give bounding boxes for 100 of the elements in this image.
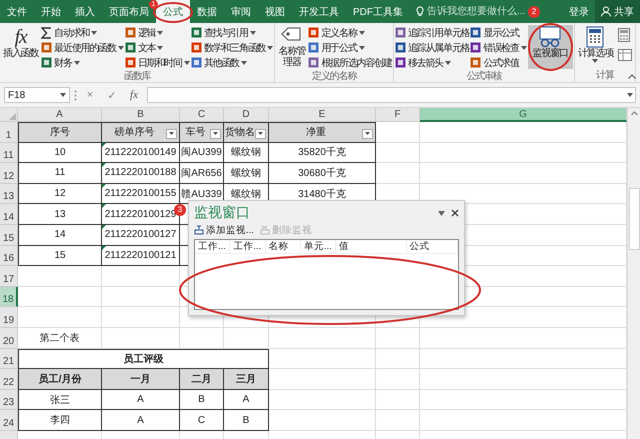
ribbon-button[interactable]: 移去箭头 (394, 55, 470, 70)
square-icon (308, 57, 320, 68)
row-header[interactable]: 17 (0, 266, 18, 287)
formula-input[interactable] (147, 87, 636, 103)
row-header[interactable]: 13 (0, 184, 18, 204)
column-header[interactable]: A (18, 108, 102, 122)
grid-cell (224, 328, 269, 349)
ribbon-button[interactable]: 日期和时间 (124, 55, 190, 70)
ribbon-tab[interactable]: 插入 (68, 0, 102, 23)
ribbon-button[interactable]: 追踪从属单元格 (394, 40, 470, 55)
row-header[interactable]: 18 (0, 286, 18, 308)
caret-icon (358, 30, 365, 34)
row-header[interactable]: 23 (0, 390, 18, 410)
close-icon[interactable] (451, 209, 459, 217)
ribbon-button[interactable]: 公式求值 (470, 55, 527, 70)
lightbulb-icon (416, 6, 424, 17)
filter-button[interactable] (362, 128, 373, 139)
ribbon-button[interactable]: 数学和三角函数 (190, 40, 274, 55)
ribbon-button[interactable]: 财务 (41, 55, 124, 70)
cell-text: 35820千克 (298, 146, 346, 160)
ribbon-tab[interactable]: 文件 (0, 0, 34, 23)
filter-button[interactable] (210, 128, 221, 139)
column-header[interactable]: D (224, 108, 269, 122)
square-icon (124, 57, 136, 68)
square-icon (124, 42, 136, 53)
ribbon-button[interactable]: 用于公式 (308, 40, 392, 55)
ribbon-button[interactable]: 追踪引用单元格 (394, 25, 470, 40)
column-heading[interactable]: 工作... (195, 240, 230, 253)
tell-me-field[interactable]: 告诉我您想要做什么... (427, 6, 525, 17)
collapse-ribbon-icon[interactable] (628, 74, 636, 79)
person-icon (601, 6, 611, 17)
scrollbar-thumb[interactable] (628, 188, 640, 250)
sign-in-link[interactable]: 登录 (563, 0, 595, 23)
row-header[interactable]: 16 (0, 246, 18, 266)
cell-text: 李四 (50, 414, 70, 428)
square-icon (190, 42, 202, 53)
ribbon-tab[interactable]: 数据 (190, 0, 224, 23)
insert-function-button[interactable]: fx (125, 87, 143, 103)
cell-text: 10 (54, 146, 66, 158)
row-header[interactable]: 19 (0, 307, 18, 328)
ribbon-button[interactable]: 根据所选内容创建 (308, 55, 392, 70)
caret-icon[interactable] (438, 210, 445, 216)
ribbon-tab[interactable]: 视图 (258, 0, 292, 23)
row-header[interactable]: 14 (0, 204, 18, 225)
ribbon-button[interactable]: 查找与引用 (190, 25, 274, 40)
ribbon-button[interactable]: 定义名称 (308, 25, 392, 40)
filter-button[interactable] (255, 128, 266, 139)
ribbon-button[interactable]: 显示公式 (470, 25, 527, 40)
grid-cell (376, 142, 420, 164)
row-header[interactable]: 15 (0, 224, 18, 246)
share-button[interactable]: 共享 (595, 0, 640, 23)
ribbon-button[interactable]: 自动求和 (41, 25, 124, 40)
name-box[interactable]: F18 (4, 87, 70, 103)
ribbon-button[interactable]: 逻辑 (124, 25, 190, 40)
column-heading[interactable]: 公式 (406, 240, 458, 253)
caret-icon (267, 46, 274, 50)
row-header[interactable]: 24 (0, 410, 18, 431)
ribbon-tab[interactable]: PDF工具集 (346, 0, 410, 23)
column-heading[interactable]: 工作... (230, 240, 266, 253)
ribbon-tab[interactable]: 开始 (34, 0, 68, 23)
annotation-badge: 2 (528, 6, 540, 18)
caret-icon (157, 30, 164, 34)
ribbon-button[interactable]: fx 插入函数 (1, 25, 40, 60)
grid-cell (376, 410, 420, 431)
column-header[interactable]: G (420, 108, 627, 122)
ribbon-button[interactable]: 计算选项 (576, 25, 616, 64)
filter-button[interactable] (166, 128, 177, 139)
column-heading[interactable]: 值 (336, 240, 407, 253)
column-header[interactable]: E (269, 108, 376, 122)
ribbon-button[interactable]: 监视窗口 (528, 25, 573, 69)
ribbon-button[interactable]: 错误检查 (470, 40, 527, 55)
calculator-icon (586, 26, 604, 48)
ribbon-button[interactable]: 最近使用的函数 (41, 40, 124, 55)
grid-cell (376, 328, 420, 349)
square-icon (124, 27, 136, 38)
ribbon-button[interactable]: 其他函数 (190, 55, 274, 70)
row-header[interactable]: 20 (0, 328, 18, 349)
column-header[interactable]: C (180, 108, 224, 122)
caret-icon (74, 60, 80, 64)
ribbon-button[interactable]: 名称管理器 (276, 25, 308, 69)
cell-text: A (137, 414, 144, 426)
row-header[interactable]: 22 (0, 369, 18, 390)
column-heading[interactable]: 单元... (300, 240, 336, 253)
square-icon (308, 27, 320, 38)
row-header[interactable]: 21 (0, 348, 18, 370)
ribbon-button[interactable]: 文本 (124, 40, 190, 55)
caret-icon (169, 132, 174, 136)
triangle-icon (9, 113, 16, 120)
ribbon-tab[interactable]: 开发工具 (292, 0, 346, 23)
column-header[interactable]: F (376, 108, 420, 122)
vertical-scrollbar[interactable] (627, 108, 640, 439)
sum-icon (41, 26, 52, 38)
row-header[interactable]: 11 (0, 142, 18, 164)
toolbar-button[interactable]: 添加监视... (194, 224, 254, 236)
column-heading[interactable]: 名称 (266, 240, 301, 253)
row-header[interactable]: 12 (0, 163, 18, 184)
grid-cell (376, 390, 420, 410)
row-header[interactable]: 1 (0, 122, 18, 143)
column-header[interactable]: B (102, 108, 180, 122)
ribbon-tab[interactable]: 审阅 (224, 0, 258, 23)
